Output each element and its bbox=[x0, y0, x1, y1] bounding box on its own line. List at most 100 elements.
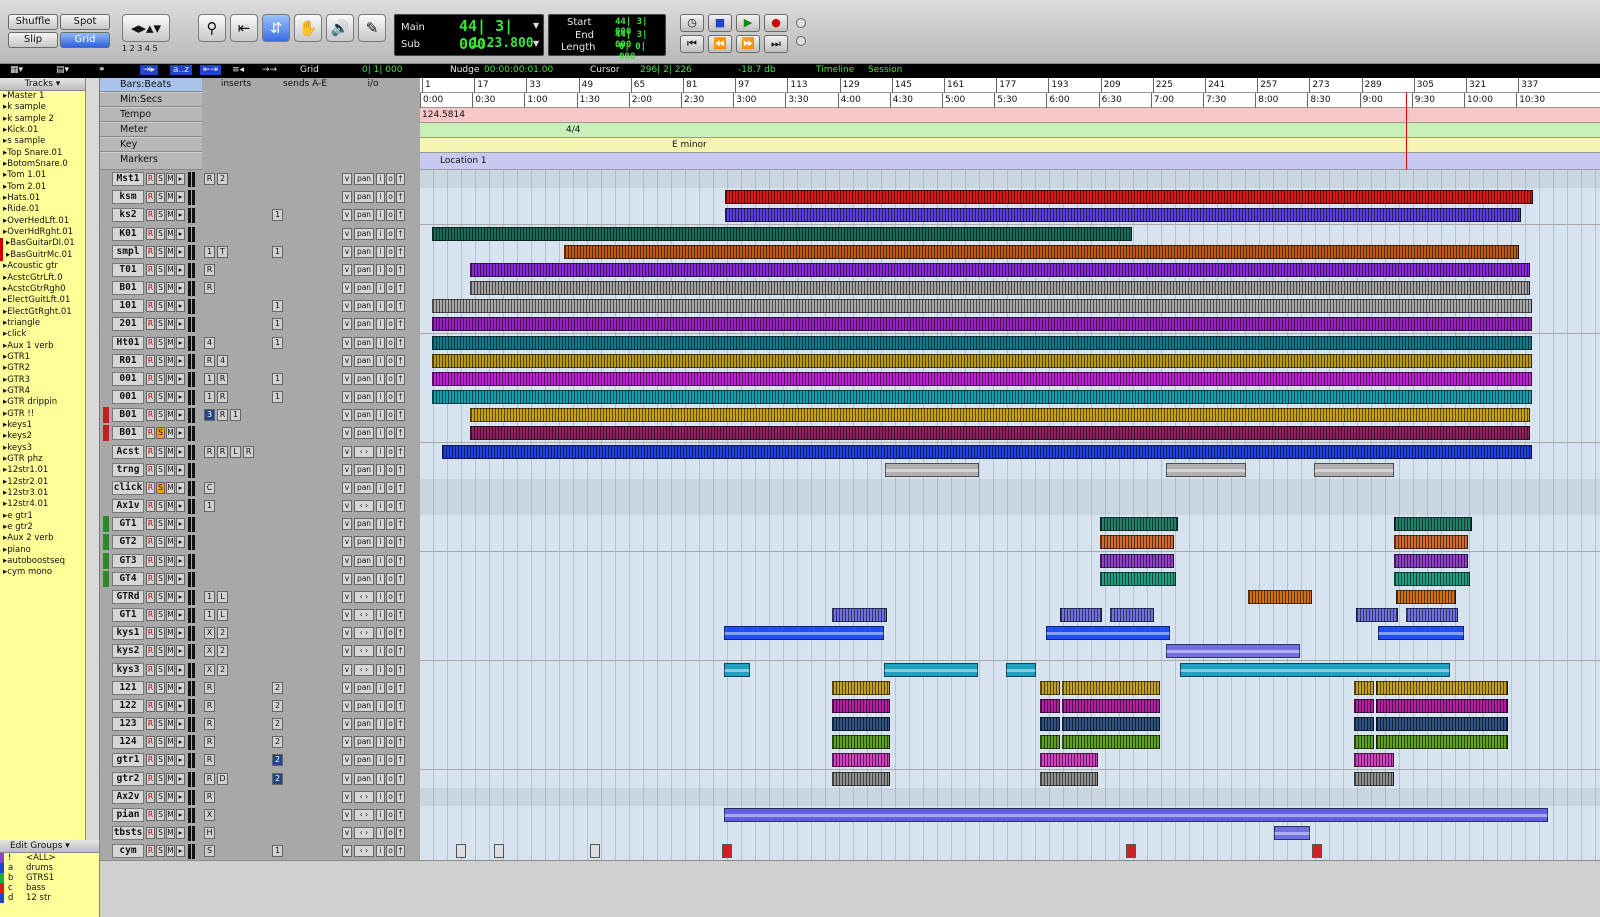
io-vol-selector[interactable]: v bbox=[342, 463, 352, 476]
track-view-button[interactable]: ▸ bbox=[176, 263, 185, 276]
io-out-selector[interactable]: o bbox=[386, 354, 395, 367]
scrubber-speaker-icon[interactable]: 🔊 bbox=[326, 14, 354, 42]
io-out-selector[interactable]: o bbox=[386, 336, 395, 349]
audio-region[interactable] bbox=[1248, 589, 1312, 604]
io-out-selector[interactable]: o bbox=[386, 536, 395, 549]
mute-button[interactable]: M bbox=[166, 609, 175, 622]
io-rec-selector[interactable]: † bbox=[396, 463, 405, 476]
io-pan-selector[interactable]: pan bbox=[354, 263, 374, 276]
audio-region[interactable] bbox=[1062, 680, 1160, 695]
track-name[interactable]: click bbox=[112, 480, 144, 495]
io-out-selector[interactable]: o bbox=[386, 518, 395, 531]
audio-region[interactable] bbox=[1100, 553, 1174, 568]
record-enable-button[interactable]: R bbox=[146, 808, 155, 821]
tracks-list-item[interactable]: ▸triangle bbox=[0, 318, 85, 329]
solo-button[interactable]: S bbox=[156, 790, 165, 803]
solo-button[interactable]: S bbox=[156, 609, 165, 622]
mute-button[interactable]: M bbox=[166, 191, 175, 204]
insert-slot[interactable]: X bbox=[204, 808, 215, 821]
io-out-selector[interactable]: o bbox=[386, 827, 395, 840]
io-in-selector[interactable]: i bbox=[376, 336, 385, 349]
insert-slot[interactable]: L bbox=[230, 445, 241, 458]
solo-button[interactable]: S bbox=[156, 772, 165, 785]
io-rec-selector[interactable]: † bbox=[396, 500, 405, 513]
io-vol-selector[interactable]: v bbox=[342, 663, 352, 676]
io-vol-selector[interactable]: v bbox=[342, 481, 352, 494]
track-name[interactable]: Ax2v bbox=[112, 789, 144, 804]
io-pan-selector[interactable]: pan bbox=[354, 699, 374, 712]
insert-slot[interactable]: R bbox=[217, 445, 228, 458]
io-vol-selector[interactable]: v bbox=[342, 736, 352, 749]
io-pan-selector[interactable]: pan bbox=[354, 409, 374, 422]
io-rec-selector[interactable]: † bbox=[396, 590, 405, 603]
tracks-list-item[interactable]: ▸Acoustic gtr bbox=[0, 261, 85, 272]
io-vol-selector[interactable]: v bbox=[342, 282, 352, 295]
track-playlist-lane[interactable] bbox=[420, 279, 1600, 298]
io-stereo-selector[interactable]: ‹ › bbox=[354, 808, 374, 821]
track-playlist-lane[interactable] bbox=[420, 587, 1600, 606]
audio-region[interactable] bbox=[1394, 553, 1468, 568]
track-name[interactable]: Ht01 bbox=[112, 335, 144, 350]
io-out-selector[interactable]: o bbox=[386, 845, 395, 858]
io-in-selector[interactable]: i bbox=[376, 463, 385, 476]
mute-button[interactable]: M bbox=[166, 173, 175, 185]
mute-button[interactable]: M bbox=[166, 354, 175, 367]
solo-button[interactable]: S bbox=[156, 481, 165, 494]
tempo-value[interactable]: 124.5814 bbox=[422, 110, 465, 120]
io-out-selector[interactable]: o bbox=[386, 645, 395, 658]
io-in-selector[interactable]: i bbox=[376, 318, 385, 331]
track-name[interactable]: T01 bbox=[112, 262, 144, 277]
track-playlist-lane[interactable] bbox=[420, 787, 1600, 806]
solo-button[interactable]: S bbox=[156, 827, 165, 840]
solo-button[interactable]: S bbox=[156, 518, 165, 531]
record-enable-button[interactable]: R bbox=[146, 663, 155, 676]
io-out-selector[interactable]: o bbox=[386, 609, 395, 622]
io-rec-selector[interactable]: † bbox=[396, 554, 405, 567]
solo-button[interactable]: S bbox=[156, 191, 165, 204]
audio-region[interactable] bbox=[832, 717, 890, 732]
ruler-label-bars-beats[interactable]: Bars:Beats bbox=[100, 78, 202, 92]
io-pan-selector[interactable]: pan bbox=[354, 772, 374, 785]
tracks-list-item[interactable]: ▸Master 1 bbox=[0, 91, 85, 102]
io-pan-selector[interactable]: pan bbox=[354, 463, 374, 476]
track-view-button[interactable]: ▸ bbox=[176, 173, 185, 185]
track-name[interactable]: cym bbox=[112, 844, 144, 859]
insert-slot[interactable]: R bbox=[204, 282, 215, 295]
track-view-button[interactable]: ▸ bbox=[176, 227, 185, 240]
io-out-selector[interactable]: o bbox=[386, 736, 395, 749]
io-pan-selector[interactable]: pan bbox=[354, 736, 374, 749]
mute-button[interactable]: M bbox=[166, 427, 175, 440]
io-in-selector[interactable]: i bbox=[376, 609, 385, 622]
io-in-selector[interactable]: i bbox=[376, 645, 385, 658]
track-name[interactable]: GT1 bbox=[112, 608, 144, 623]
solo-button[interactable]: S bbox=[156, 409, 165, 422]
return-to-zero-icon[interactable]: ⏮ bbox=[680, 35, 704, 53]
io-vol-selector[interactable]: v bbox=[342, 554, 352, 567]
io-rec-selector[interactable]: † bbox=[396, 736, 405, 749]
session-toggle[interactable]: Session bbox=[868, 65, 902, 75]
track-name[interactable]: B01 bbox=[112, 281, 144, 296]
track-playlist-lane[interactable] bbox=[420, 424, 1600, 443]
io-pan-selector[interactable]: pan bbox=[354, 173, 374, 185]
mute-button[interactable]: M bbox=[166, 300, 175, 313]
audio-region[interactable] bbox=[832, 608, 887, 623]
io-out-selector[interactable]: o bbox=[386, 500, 395, 513]
link-toggle-icon[interactable]: ⚭ bbox=[98, 65, 106, 75]
io-vol-selector[interactable]: v bbox=[342, 209, 352, 222]
min-secs-ruler[interactable]: 0:00 0:30 1:00 1:30 2:00 2:30 3:00 3:30 4:00 4:30… bbox=[420, 93, 1600, 108]
record-enable-button[interactable]: R bbox=[146, 227, 155, 240]
audio-region[interactable] bbox=[432, 335, 1532, 350]
track-name[interactable]: GT2 bbox=[112, 535, 144, 550]
track-view-button[interactable]: ▸ bbox=[176, 736, 185, 749]
io-out-selector[interactable]: o bbox=[386, 263, 395, 276]
io-pan-selector[interactable]: pan bbox=[354, 372, 374, 385]
track-view-button[interactable]: ▸ bbox=[176, 536, 185, 549]
ruler-label-meter[interactable]: Meter bbox=[100, 123, 202, 137]
tracks-list-item[interactable]: ▸GTR3 bbox=[0, 375, 85, 386]
record-enable-button[interactable]: R bbox=[146, 681, 155, 694]
solo-button[interactable]: S bbox=[156, 681, 165, 694]
solo-button[interactable]: S bbox=[156, 572, 165, 585]
track-view-button[interactable]: ▸ bbox=[176, 245, 185, 258]
io-rec-selector[interactable]: † bbox=[396, 572, 405, 585]
io-vol-selector[interactable]: v bbox=[342, 536, 352, 549]
